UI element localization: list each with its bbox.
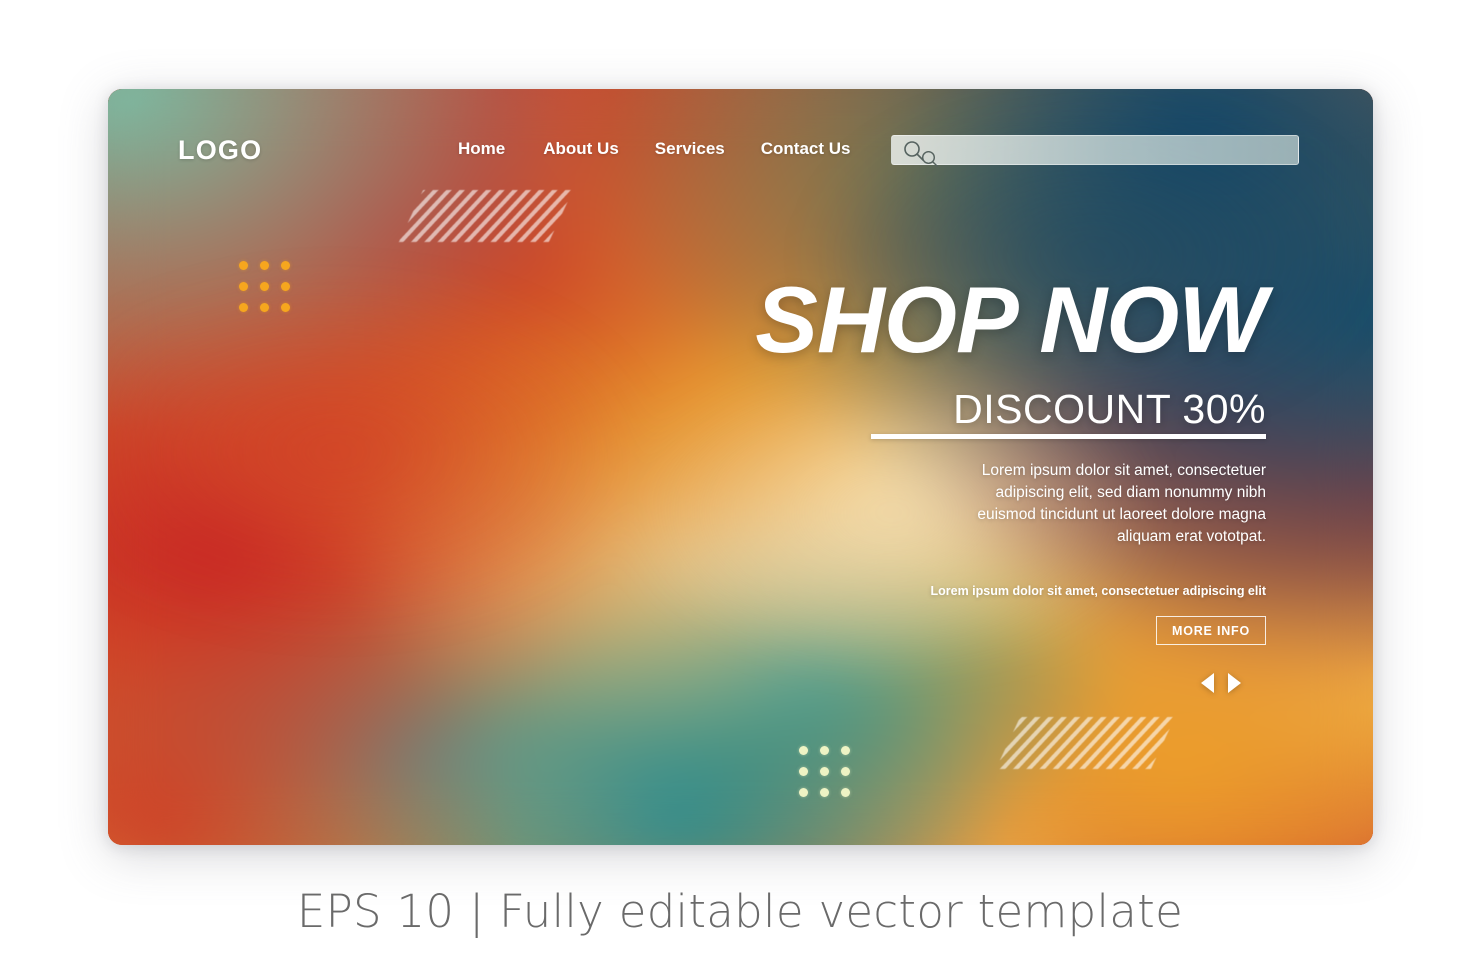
dot-grid-decoration-left — [239, 261, 290, 312]
dot — [820, 788, 829, 797]
dot — [281, 282, 290, 291]
hero-headline: SHOP NOW — [755, 267, 1267, 372]
dot — [239, 282, 248, 291]
main-navigation: Home About Us Services Contact Us — [458, 139, 850, 159]
dot-grid-decoration-bottom — [799, 746, 850, 797]
dot — [820, 746, 829, 755]
nav-item-about-us[interactable]: About Us — [543, 139, 619, 159]
hero-subheadline: DISCOUNT 30% — [953, 386, 1266, 432]
dot — [239, 303, 248, 312]
triangle-right-icon[interactable] — [1228, 673, 1241, 693]
search-input[interactable] — [933, 135, 1293, 167]
page-canvas: LOGO Home About Us Services Contact Us S… — [0, 0, 1480, 980]
site-header: LOGO Home About Us Services Contact Us — [108, 89, 1373, 209]
hero-tagline: Lorem ipsum dolor sit amet, consectetuer… — [930, 584, 1267, 598]
hero-body-text: Lorem ipsum dolor sit amet, consectetuer… — [977, 462, 1266, 545]
diagonal-stripes-decoration-bottom — [995, 717, 1176, 769]
dot — [841, 746, 850, 755]
dot — [820, 767, 829, 776]
nav-item-home[interactable]: Home — [458, 139, 505, 159]
dot — [841, 767, 850, 776]
dot — [841, 788, 850, 797]
hero-banner-card: LOGO Home About Us Services Contact Us S… — [108, 89, 1373, 845]
hero-divider — [871, 434, 1266, 439]
dot — [799, 746, 808, 755]
nav-item-services[interactable]: Services — [655, 139, 725, 159]
dot — [239, 261, 248, 270]
dot — [799, 767, 808, 776]
search-container — [891, 135, 1299, 168]
dot — [799, 788, 808, 797]
dot — [260, 303, 269, 312]
triangle-left-icon[interactable] — [1201, 673, 1214, 693]
dot — [281, 261, 290, 270]
carousel-controls — [1201, 673, 1241, 693]
nav-item-contact-us[interactable]: Contact Us — [761, 139, 851, 159]
more-info-button[interactable]: MORE INFO — [1156, 616, 1266, 645]
dot — [260, 261, 269, 270]
logo[interactable]: LOGO — [178, 135, 262, 166]
caption-text: EPS 10 | Fully editable vector template — [296, 885, 1184, 938]
dot — [260, 282, 269, 291]
dot — [281, 303, 290, 312]
